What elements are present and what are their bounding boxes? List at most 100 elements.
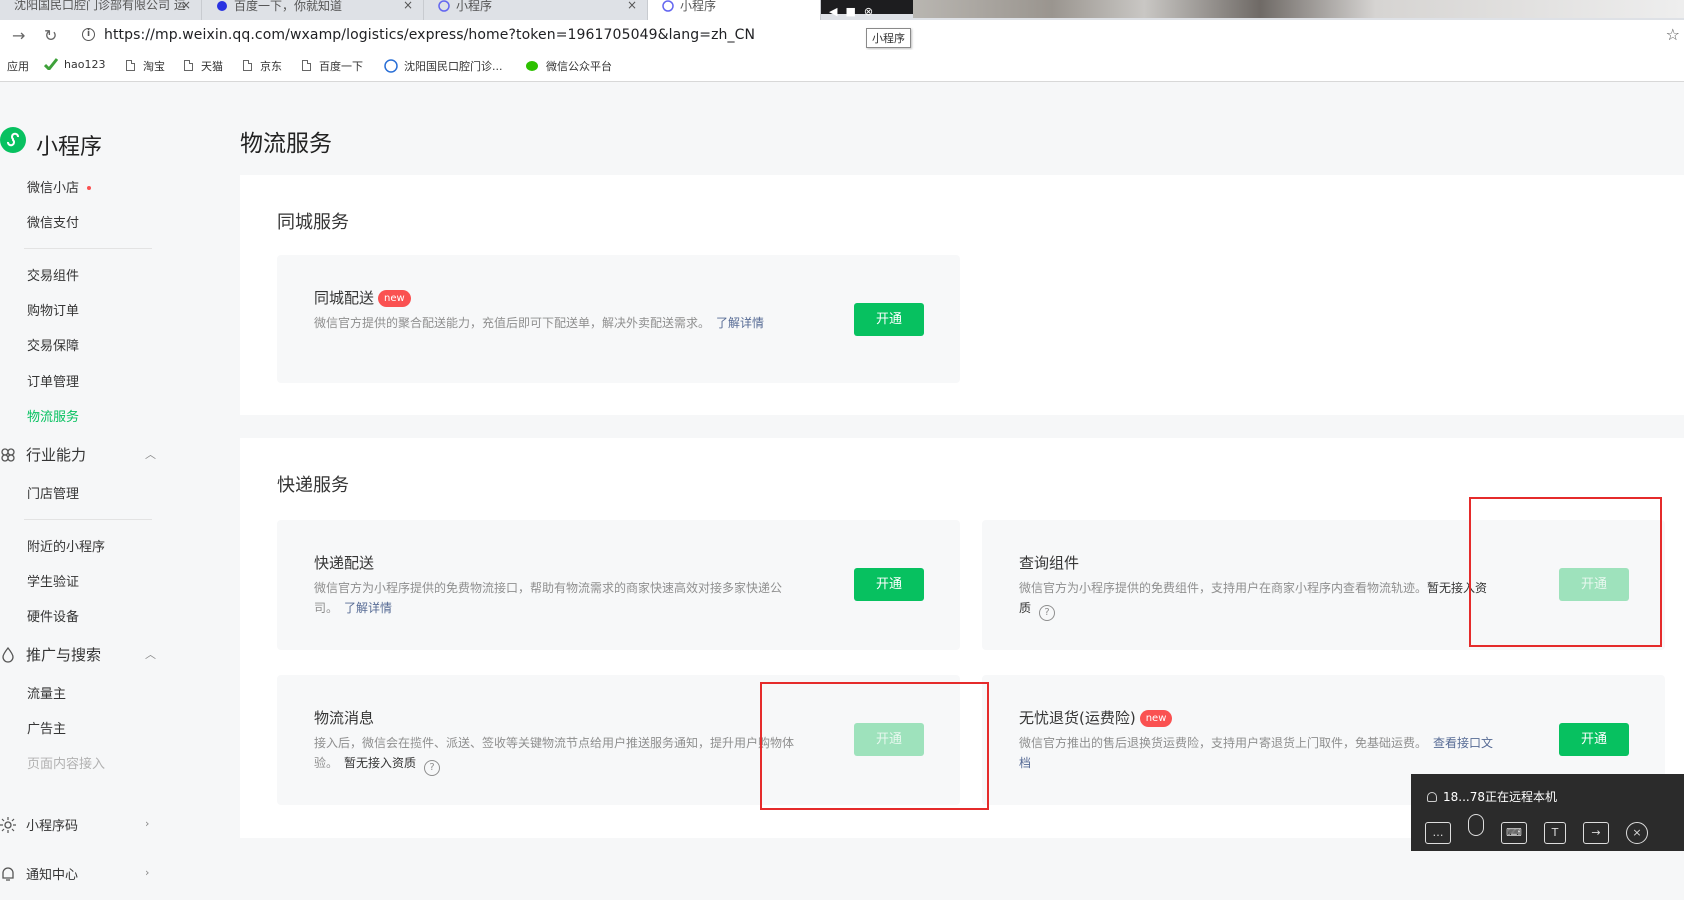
same-city-panel: 同城服务 同城配送 new 微信官方提供的聚合配送能力，充值后即可下配送单，解决外…: [240, 175, 1684, 415]
bookmark-apps[interactable]: 应用: [7, 58, 29, 74]
sidebar-item-advertiser[interactable]: 广告主: [27, 718, 66, 737]
tab-1-title: 沈阳国民口腔门诊部有限公司 运: [14, 0, 186, 12]
card-description: 微信官方推出的售后退换货运费险，支持用户寄退货上门取件，免基础运费。 查看接口文档: [1019, 736, 1494, 770]
browser-tab-1[interactable]: 沈阳国民口腔门诊部有限公司 运 ×: [0, 0, 202, 20]
card-title: 同城配送 new: [314, 287, 411, 308]
remote-toolbar: … ⌨ T → ×: [1425, 814, 1665, 844]
close-icon[interactable]: ×: [181, 0, 191, 11]
sidebar-group-promotion[interactable]: 推广与搜索: [0, 644, 101, 665]
miniprogram-logo-icon: [0, 127, 26, 153]
page-icon: [184, 60, 193, 71]
chevron-up-icon[interactable]: ︿: [145, 646, 156, 662]
sidebar-item-page-content[interactable]: 页面内容接入: [27, 753, 105, 772]
sidebar: 小程序 微信小店 微信支付 交易组件 购物订单 交易保障 订单管理 物流服务 行…: [0, 82, 222, 900]
card-title: 无忧退货(运费险) new: [1019, 707, 1173, 728]
sidebar-item-nearby[interactable]: 附近的小程序: [27, 536, 105, 555]
bookmark-baidu[interactable]: 百度一下: [302, 58, 363, 74]
chevron-up-icon[interactable]: ︿: [145, 446, 156, 462]
user-icon: [1427, 792, 1437, 802]
card-description: 接入后，微信会在揽件、派送、签收等关键物流节点给用户推送服务通知，提升用户购物体…: [314, 733, 794, 776]
miniprogram-icon: [438, 0, 450, 12]
help-icon[interactable]: ?: [424, 760, 441, 776]
section-title-express: 快递服务: [277, 475, 349, 496]
bookmark-tmall[interactable]: 天猫: [184, 58, 223, 74]
screen-share-toolbar: ◀ ■ ⊗: [821, 0, 913, 18]
activate-button[interactable]: 开通: [854, 303, 924, 336]
sidebar-item-trade-guarantee[interactable]: 交易保障: [27, 335, 79, 354]
activate-button[interactable]: 开通: [854, 568, 924, 601]
help-icon[interactable]: ?: [1039, 605, 1056, 621]
tab-4-title: 小程序: [680, 0, 717, 13]
chat-icon[interactable]: …: [1425, 822, 1451, 844]
no-qualification-text: 暂无接入资质: [344, 756, 417, 770]
window-icon[interactable]: ■: [845, 5, 855, 18]
bell-icon: [0, 866, 16, 882]
annotation-box-logistics-message: [760, 682, 989, 810]
browser-tab-4[interactable]: 小程序: [648, 0, 821, 20]
notification-dot: [87, 186, 92, 190]
keyboard-icon[interactable]: ⌨: [1501, 822, 1527, 844]
bookmark-wechat-mp[interactable]: 微信公众平台: [526, 58, 612, 74]
browser-tab-2[interactable]: 百度一下，你就知道 ×: [202, 0, 424, 20]
webcam-strip: [913, 0, 1684, 18]
wechat-icon: [526, 60, 540, 72]
clinic-logo-icon: [384, 59, 398, 73]
learn-more-link[interactable]: 了解详情: [716, 316, 764, 330]
close-icon[interactable]: ×: [627, 0, 637, 11]
browser-tab-3[interactable]: 小程序 ×: [424, 0, 648, 20]
activate-button[interactable]: 开通: [1559, 723, 1629, 756]
card-title: 物流消息: [314, 709, 375, 727]
promotion-icon: [0, 646, 16, 663]
sidebar-item-shopping-orders[interactable]: 购物订单: [27, 300, 79, 319]
sidebar-divider: [24, 248, 152, 249]
bookmark-taobao[interactable]: 淘宝: [126, 58, 165, 74]
qrcode-icon: [0, 817, 16, 833]
forward-icon[interactable]: →: [12, 26, 25, 45]
bookmark-hao123[interactable]: hao123: [43, 58, 105, 72]
sidebar-item-trade-component[interactable]: 交易组件: [27, 265, 79, 284]
star-icon[interactable]: ☆: [1666, 25, 1680, 44]
card-description: 微信官方为小程序提供的免费组件，支持用户在商家小程序内查看物流轨迹。暂无接入资质…: [1019, 578, 1499, 621]
chevron-right-icon[interactable]: ›: [145, 817, 149, 830]
brand-name: 小程序: [36, 135, 103, 160]
sidebar-group-industry[interactable]: 行业能力: [0, 444, 86, 465]
tab-2-title: 百度一下，你就知道: [234, 0, 343, 13]
bookmark-jd[interactable]: 京东: [243, 58, 282, 74]
text-icon[interactable]: T: [1544, 822, 1566, 844]
sidebar-item-store-management[interactable]: 门店管理: [27, 483, 79, 502]
browser-tab-strip: 沈阳国民口腔门诊部有限公司 运 × 百度一下，你就知道 × 小程序 × 小程序 …: [0, 0, 1684, 20]
card-title: 查询组件: [1019, 554, 1080, 572]
sidebar-item-hardware[interactable]: 硬件设备: [27, 606, 79, 625]
page-icon: [126, 60, 135, 71]
page-title: 物流服务: [240, 131, 332, 157]
close-icon[interactable]: ×: [1626, 822, 1648, 844]
close-icon[interactable]: ⊗: [864, 5, 873, 18]
sidebar-group-notifications[interactable]: 通知中心: [0, 864, 78, 883]
speaker-icon[interactable]: ◀: [829, 5, 837, 18]
sidebar-item-student-verify[interactable]: 学生验证: [27, 571, 79, 590]
chevron-right-icon[interactable]: ›: [145, 866, 149, 879]
new-badge: new: [378, 290, 411, 307]
tab-tooltip: 小程序: [866, 28, 911, 48]
page-icon: [302, 60, 311, 71]
sidebar-item-traffic-owner[interactable]: 流量主: [27, 683, 66, 702]
learn-more-link[interactable]: 了解详情: [344, 601, 392, 615]
reload-icon[interactable]: ↻: [44, 26, 57, 45]
close-icon[interactable]: ×: [403, 0, 413, 11]
sidebar-item-order-management[interactable]: 订单管理: [27, 371, 79, 390]
bookmarks-bar: 应用 hao123 淘宝 天猫 京东 百度一下 沈阳国民口腔门诊... 微信公众…: [0, 50, 1684, 82]
baidu-icon: [216, 0, 228, 12]
annotation-box-query: [1469, 497, 1662, 647]
card-same-city-delivery: 同城配送 new 微信官方提供的聚合配送能力，充值后即可下配送单，解决外卖配送需求…: [277, 255, 960, 383]
sidebar-group-qrcode[interactable]: 小程序码: [0, 815, 78, 834]
section-title-same-city: 同城服务: [277, 212, 349, 233]
sidebar-item-logistics[interactable]: 物流服务: [27, 406, 79, 425]
info-icon[interactable]: i: [82, 28, 95, 41]
remote-status: 18...78正在远程本机: [1427, 788, 1557, 805]
sidebar-item-pay[interactable]: 微信支付: [27, 212, 79, 231]
bookmark-clinic[interactable]: 沈阳国民口腔门诊...: [384, 58, 503, 74]
file-transfer-icon[interactable]: →: [1583, 822, 1609, 844]
microphone-icon[interactable]: [1468, 814, 1484, 836]
sidebar-item-shop[interactable]: 微信小店: [27, 177, 92, 196]
url-field[interactable]: https://mp.weixin.qq.com/wxamp/logistics…: [104, 27, 755, 43]
